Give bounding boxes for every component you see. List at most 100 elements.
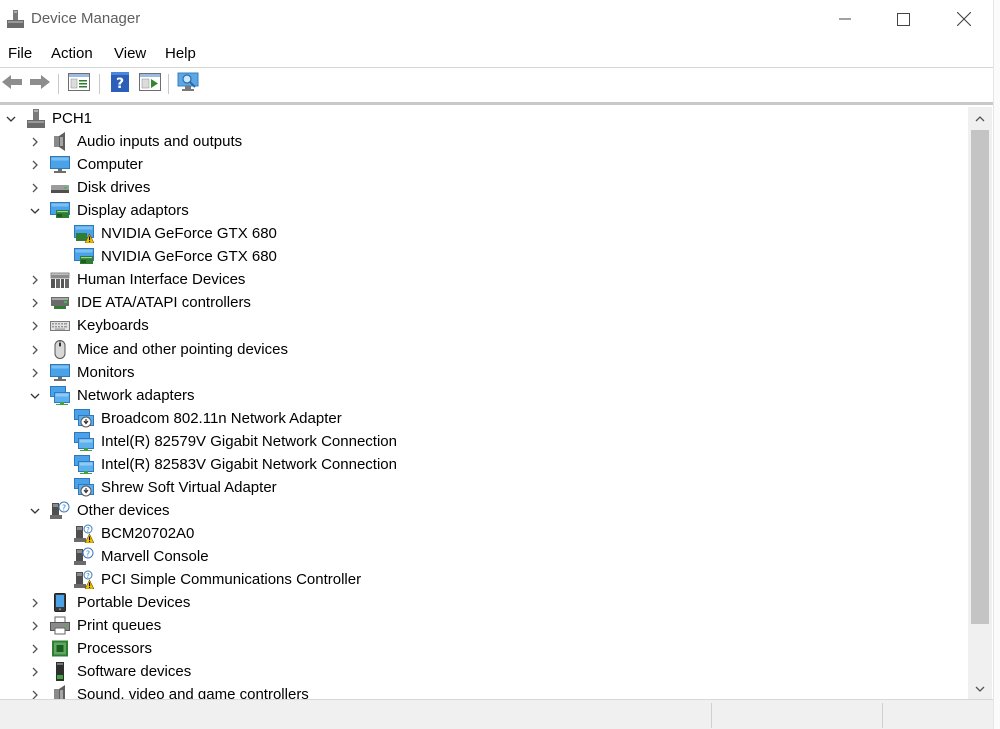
tree-category-row[interactable]: Print queues — [0, 614, 968, 637]
chevron-right-icon[interactable] — [29, 665, 41, 677]
network-adapter-icon — [50, 385, 70, 405]
display-adapter-icon — [50, 201, 70, 220]
unknown-device-icon: ? — [50, 501, 70, 520]
network-adapter-disabled-icon — [74, 408, 94, 428]
tree-category-row[interactable]: Human Interface Devices — [0, 268, 968, 291]
chevron-right-icon[interactable] — [29, 343, 41, 355]
tree-category-row[interactable]: Processors — [0, 637, 968, 660]
tree-device-row[interactable]: NVIDIA GeForce GTX 680 — [0, 245, 968, 268]
tree-category-row[interactable]: Portable Devices — [0, 591, 968, 614]
maximize-button[interactable] — [874, 0, 932, 38]
speaker-icon — [50, 132, 70, 152]
chevron-right-icon[interactable] — [29, 319, 41, 331]
tree-node-label: Display adaptors — [77, 202, 189, 220]
scan-hardware-icon — [177, 72, 201, 97]
device-tree: PCH1 Audio inputs and outputs Computer Dis… — [0, 107, 968, 699]
tree-node-label: Processors — [77, 640, 153, 658]
status-divider — [711, 703, 712, 728]
scan-hardware-changes-button[interactable] — [177, 72, 201, 96]
forward-icon — [29, 74, 51, 95]
tree-category-row[interactable]: Network adapters — [0, 384, 968, 407]
tree-node-label: Human Interface Devices — [77, 271, 246, 289]
vertical-scrollbar[interactable] — [968, 107, 992, 699]
chevron-right-icon[interactable] — [29, 642, 41, 654]
software-device-icon — [50, 662, 70, 682]
title-bar: Device Manager — [0, 0, 1000, 38]
scroll-up-button[interactable] — [968, 107, 992, 129]
update-driver-button[interactable] — [138, 72, 162, 96]
chevron-down-icon[interactable] — [5, 112, 17, 124]
chevron-right-icon[interactable] — [29, 366, 41, 378]
tree-category-row[interactable]: Mice and other pointing devices — [0, 338, 968, 361]
menu-view[interactable]: View — [114, 45, 146, 62]
help-icon: ? — [111, 71, 129, 97]
back-button[interactable] — [0, 72, 24, 96]
tree-device-row[interactable]: Intel(R) 82579V Gigabit Network Connecti… — [0, 430, 968, 453]
menu-help[interactable]: Help — [165, 45, 196, 62]
tree-category-row[interactable]: Software devices — [0, 660, 968, 683]
tree-device-row[interactable]: Broadcom 802.11n Network Adapter — [0, 407, 968, 430]
menu-action[interactable]: Action — [51, 45, 93, 62]
tree-root-label: PCH1 — [52, 110, 93, 127]
tree-device-row[interactable]: ? PCI Simple Communications Controller — [0, 568, 968, 591]
svg-text:?: ? — [86, 549, 90, 558]
tree-node-label: Marvell Console — [101, 547, 209, 565]
chevron-right-icon[interactable] — [29, 296, 41, 308]
chevron-down-icon[interactable] — [29, 389, 41, 401]
svg-text:?: ? — [116, 76, 124, 92]
tree-node-label: Portable Devices — [77, 594, 191, 612]
display-adapter-warning-icon — [74, 224, 95, 244]
tree-device-row[interactable]: ? BCM20702A0 — [0, 522, 968, 545]
hid-icon — [50, 270, 70, 289]
tree-category-row[interactable]: IDE ATA/ATAPI controllers — [0, 291, 968, 314]
tree-category-row[interactable]: Computer — [0, 153, 968, 176]
minimize-button[interactable] — [816, 0, 874, 38]
menu-file[interactable]: File — [8, 45, 32, 62]
chevron-down-icon[interactable] — [29, 204, 41, 216]
scroll-down-button[interactable] — [968, 677, 992, 699]
network-adapter-disabled-icon — [74, 477, 94, 497]
toolbar: ? — [0, 68, 993, 100]
display-adapter-icon — [74, 247, 94, 266]
tree-node-label: Intel(R) 82579V Gigabit Network Connecti… — [101, 432, 397, 450]
toolbar-divider — [0, 102, 993, 105]
tree-device-row[interactable]: ? Marvell Console — [0, 545, 968, 568]
tree-category-row[interactable]: Sound, video and game controllers — [0, 683, 968, 699]
help-button[interactable]: ? — [108, 71, 132, 97]
tree-device-row[interactable]: Shrew Soft Virtual Adapter — [0, 476, 968, 499]
chevron-down-icon[interactable] — [29, 504, 41, 516]
tree-category-row[interactable]: Disk drives — [0, 176, 968, 199]
tree-root-pch1[interactable]: PCH1 — [0, 107, 968, 130]
forward-button[interactable] — [28, 72, 52, 96]
chevron-right-icon[interactable] — [29, 158, 41, 170]
keyboard-icon — [50, 316, 70, 335]
svg-text:?: ? — [86, 572, 90, 580]
close-button[interactable] — [935, 0, 993, 38]
tree-node-label: Other devices — [77, 501, 170, 519]
tree-node-label: Disk drives — [77, 179, 151, 197]
chevron-right-icon[interactable] — [29, 688, 41, 699]
scrollbar-thumb[interactable] — [971, 130, 989, 624]
chevron-right-icon[interactable] — [29, 619, 41, 631]
tree-node-label: BCM20702A0 — [101, 524, 195, 542]
chevron-right-icon[interactable] — [29, 181, 41, 193]
menu-bar: File Action View Help — [0, 40, 1000, 68]
tree-category-row[interactable]: Keyboards — [0, 314, 968, 337]
tree-device-row[interactable]: NVIDIA GeForce GTX 680 — [0, 222, 968, 245]
monitor-icon — [50, 155, 70, 174]
tree-category-row[interactable]: Audio inputs and outputs — [0, 130, 968, 153]
tree-category-row[interactable]: ? Other devices — [0, 499, 968, 522]
window-title: Device Manager — [31, 10, 141, 27]
tree-category-row[interactable]: Monitors — [0, 361, 968, 384]
portable-device-icon — [50, 593, 70, 613]
chevron-right-icon[interactable] — [29, 135, 41, 147]
tree-category-row[interactable]: Display adaptors — [0, 199, 968, 222]
network-adapter-icon — [74, 454, 94, 474]
back-icon — [1, 74, 23, 95]
tree-device-row[interactable]: Intel(R) 82583V Gigabit Network Connecti… — [0, 453, 968, 476]
chevron-right-icon[interactable] — [29, 596, 41, 608]
unknown-device-warning-icon: ? — [74, 524, 95, 544]
toolbar-separator — [99, 74, 100, 94]
show-hide-console-tree-button[interactable] — [67, 72, 91, 96]
chevron-right-icon[interactable] — [29, 273, 41, 285]
